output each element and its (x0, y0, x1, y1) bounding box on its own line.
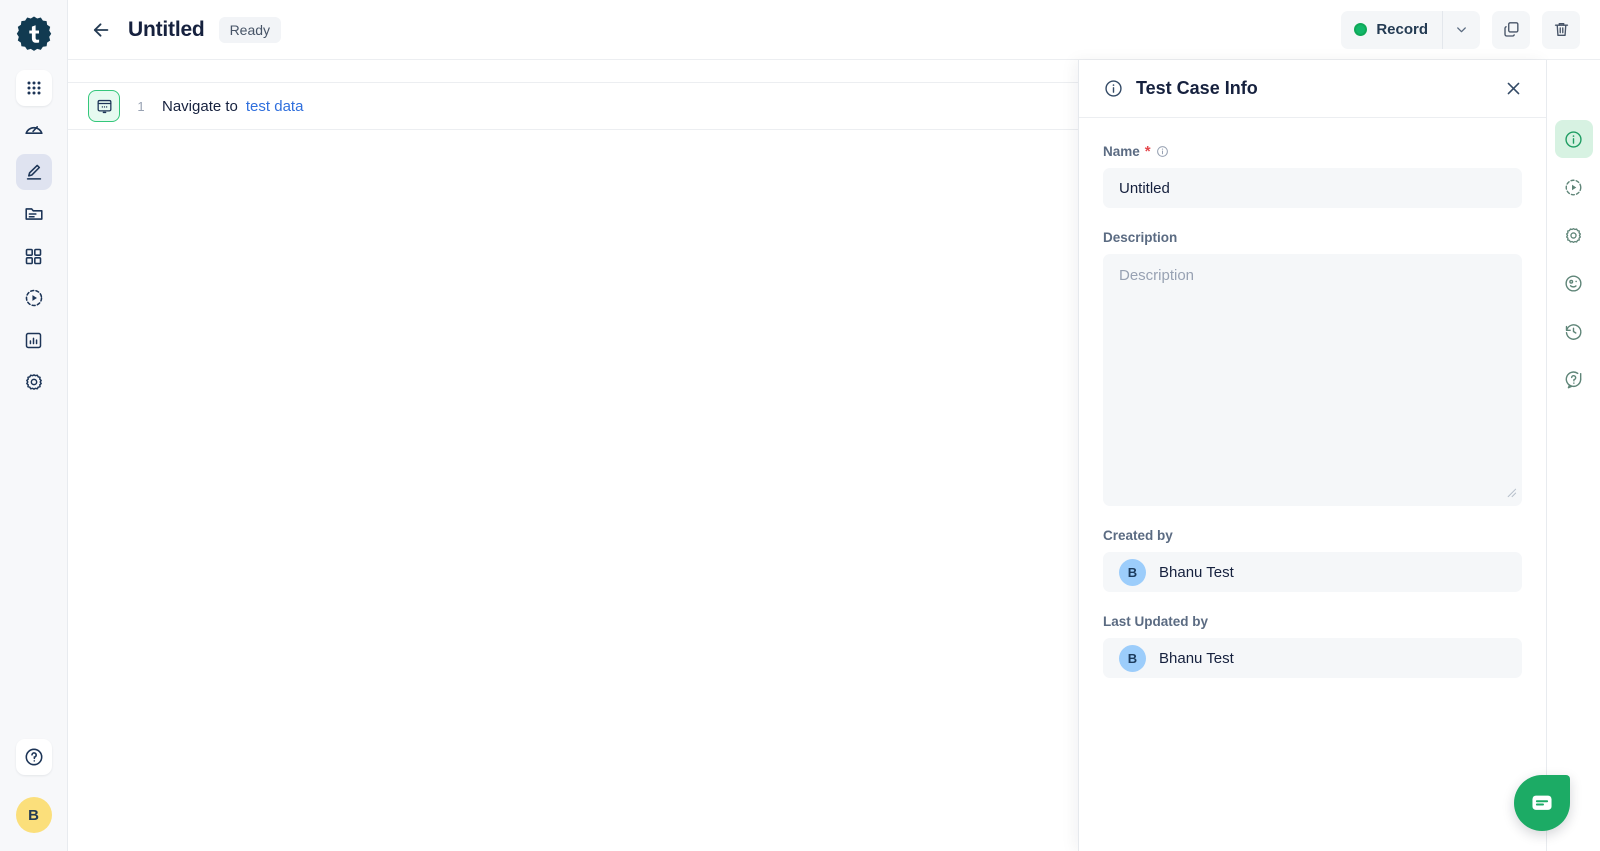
name-label-row: Name * (1103, 144, 1522, 159)
table-row[interactable]: 1 Navigate to test data (68, 83, 1078, 130)
app-root: B Untitled Ready Record 1 Navigate to te… (0, 0, 1600, 851)
folder-icon (24, 208, 43, 220)
top-toolbar: Untitled Ready Record (68, 0, 1600, 60)
gear-t-logo-icon (16, 16, 51, 51)
created-by-value: B Bhanu Test (1103, 552, 1522, 592)
delete-button[interactable] (1542, 10, 1580, 49)
apps-grid-icon (27, 81, 40, 95)
sidebar-nav (15, 70, 52, 400)
rail-item-help[interactable] (1555, 360, 1593, 398)
panel-header: Test Case Info (1079, 60, 1546, 118)
grid-squares-icon (25, 248, 42, 264)
rail-item-settings[interactable] (1555, 216, 1593, 254)
settings-gear-icon (25, 374, 42, 390)
record-button[interactable]: Record (1341, 11, 1442, 49)
panel-title: Test Case Info (1136, 78, 1258, 98)
sidebar-item-reports[interactable] (16, 322, 52, 358)
last-updated-by-label: Last Updated by (1103, 614, 1209, 629)
main-area: Untitled Ready Record 1 Navigate to test… (68, 0, 1600, 851)
record-button-label: Record (1376, 21, 1428, 38)
test-case-info-panel: Test Case Info Name * Untitled Descripti… (1078, 60, 1546, 851)
page-title: Untitled (128, 17, 205, 41)
close-panel-button[interactable] (1503, 78, 1524, 99)
sidebar-item-runs[interactable] (16, 280, 52, 316)
sidebar-item-suites[interactable] (16, 238, 52, 274)
trash-icon (1554, 22, 1568, 37)
name-info-icon[interactable] (1156, 145, 1169, 158)
editor-canvas: 1 Navigate to test data Test Case Info N… (68, 60, 1600, 851)
avatar: B (1119, 644, 1146, 672)
chat-bubble-icon (1532, 795, 1552, 810)
rail-item-test-case-info[interactable] (1554, 120, 1593, 158)
left-sidebar: B (0, 0, 68, 851)
history-clock-icon (1565, 323, 1582, 340)
sidebar-footer: B (0, 739, 67, 833)
copy-icon (1503, 22, 1519, 37)
description-field-group: Description Description (1103, 230, 1522, 506)
created-by-label: Created by (1103, 528, 1173, 543)
last-updated-by-group: Last Updated by B Bhanu Test (1103, 614, 1522, 678)
step-type-button[interactable] (88, 90, 120, 122)
right-rail (1546, 60, 1600, 851)
play-circle-icon (25, 289, 42, 307)
step-number: 1 (137, 98, 145, 114)
created-by-name: Bhanu Test (1159, 563, 1234, 581)
record-dropdown-button[interactable] (1442, 10, 1480, 49)
rail-item-assistant[interactable] (1555, 264, 1593, 302)
sidebar-help-button[interactable] (15, 739, 52, 775)
speedometer-icon (24, 126, 43, 134)
back-button[interactable] (86, 15, 116, 45)
required-asterisk: * (1144, 143, 1151, 160)
resize-handle[interactable] (1504, 485, 1517, 502)
info-circle-icon (1103, 78, 1124, 99)
description-textarea[interactable]: Description (1103, 254, 1522, 506)
bar-chart-icon (25, 332, 42, 348)
name-label: Name (1103, 144, 1140, 159)
face-bot-icon (1565, 274, 1582, 292)
resize-grip-icon (1507, 488, 1517, 498)
rail-item-run[interactable] (1555, 168, 1593, 206)
help-chat-icon (1565, 370, 1582, 388)
rail-item-history[interactable] (1555, 312, 1593, 350)
sidebar-item-authoring[interactable] (15, 154, 52, 190)
sidebar-item-files[interactable] (16, 196, 52, 232)
duplicate-button[interactable] (1492, 10, 1530, 49)
avatar: B (1119, 558, 1146, 586)
close-icon (1507, 82, 1520, 95)
steps-toolbar (68, 60, 1078, 83)
status-badge: Ready (218, 16, 282, 43)
chevron-down-icon (1457, 27, 1466, 33)
pencil-edit-icon (26, 164, 41, 180)
record-indicator-dot (1354, 23, 1368, 36)
sidebar-user-avatar[interactable]: B (15, 797, 52, 833)
info-circle-icon (1565, 130, 1582, 148)
panel-body: Name * Untitled Description Description … (1079, 118, 1546, 851)
steps-empty-area (68, 130, 1078, 851)
sidebar-item-apps[interactable] (15, 70, 52, 106)
chat-fab-button[interactable] (1514, 775, 1570, 831)
browser-window-icon (97, 99, 111, 113)
description-placeholder: Description (1119, 267, 1195, 284)
last-updated-by-value: B Bhanu Test (1103, 638, 1522, 678)
arrow-left-icon (93, 22, 109, 37)
play-circle-dashed-icon (1565, 179, 1582, 195)
step-action-label: Navigate to (162, 97, 238, 115)
sidebar-item-dashboard[interactable] (16, 112, 52, 148)
name-field-group: Name * Untitled (1103, 144, 1522, 208)
question-circle-icon (25, 748, 42, 766)
brand-logo[interactable] (8, 8, 60, 60)
top-toolbar-actions: Record (1341, 10, 1580, 49)
settings-gear-icon (1566, 227, 1581, 243)
description-label: Description (1103, 230, 1178, 245)
step-target-link[interactable]: test data (246, 98, 304, 115)
name-input[interactable]: Untitled (1103, 168, 1522, 208)
last-updated-by-name: Bhanu Test (1159, 649, 1234, 667)
steps-column: 1 Navigate to test data (68, 60, 1078, 851)
created-by-group: Created by B Bhanu Test (1103, 528, 1522, 592)
sidebar-item-settings[interactable] (16, 364, 52, 400)
record-control-group: Record (1341, 10, 1480, 49)
